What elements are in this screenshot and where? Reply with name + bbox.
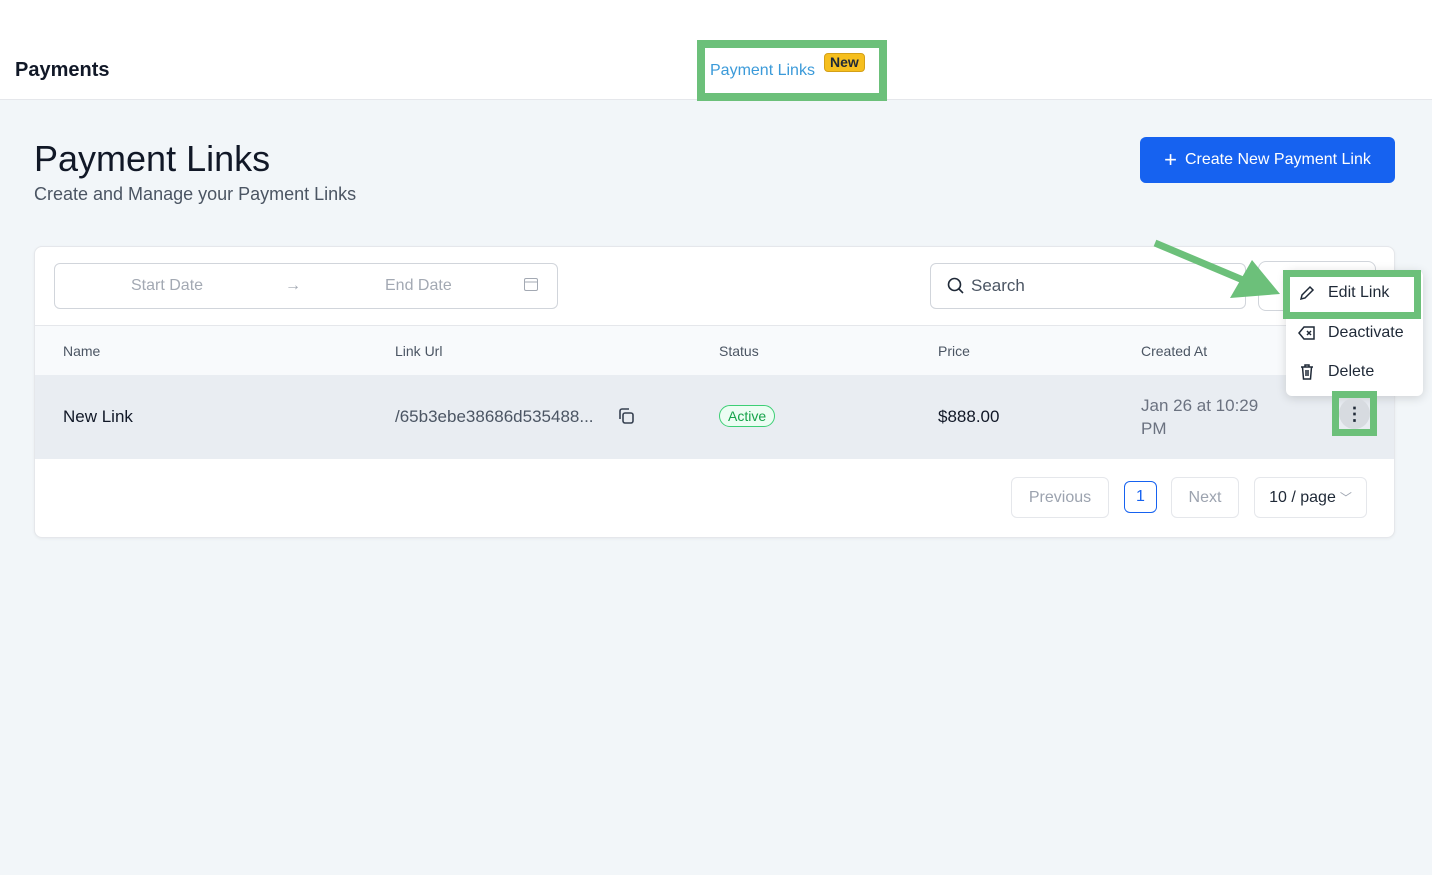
start-date-input[interactable]: Start Date xyxy=(131,277,203,295)
page-1-button[interactable]: 1 xyxy=(1124,481,1157,513)
menu-label: Delete xyxy=(1328,363,1375,380)
table-row: New Link /65b3ebe38686d535488... Active … xyxy=(35,375,1394,459)
link-name: New Link xyxy=(63,407,133,426)
menu-item-delete[interactable]: Delete xyxy=(1298,363,1374,381)
menu-label: Deactivate xyxy=(1328,324,1404,341)
created-at: Jan 26 at 10:29 xyxy=(1141,396,1259,415)
date-range-picker[interactable]: Start Date → End Date xyxy=(54,263,558,309)
backspace-x-icon xyxy=(1298,326,1315,340)
more-vertical-icon: ⋮ xyxy=(1345,403,1364,424)
menu-item-edit-link[interactable]: Edit Link xyxy=(1298,284,1389,302)
create-payment-link-button[interactable]: + Create New Payment Link xyxy=(1140,137,1395,183)
end-date-input[interactable]: End Date xyxy=(385,277,452,295)
menu-label: Edit Link xyxy=(1328,284,1390,301)
app-title: Payments xyxy=(15,59,110,81)
pencil-icon xyxy=(1299,285,1315,301)
search-icon xyxy=(947,277,964,294)
search-placeholder: Search xyxy=(971,276,1025,295)
plus-icon: + xyxy=(1164,147,1177,172)
menu-item-deactivate[interactable]: Deactivate xyxy=(1298,324,1404,342)
table-header: Name Link Url Status Price Created At xyxy=(35,325,1394,375)
col-link-url: Link Url xyxy=(395,343,443,359)
new-badge: New xyxy=(824,53,865,72)
page-size-select[interactable]: 10 / page ﹀ xyxy=(1254,477,1367,518)
tab-payment-links[interactable]: Payment Links xyxy=(710,62,815,80)
col-price: Price xyxy=(938,343,970,359)
page-subtitle: Create and Manage your Payment Links xyxy=(34,184,357,204)
previous-button[interactable]: Previous xyxy=(1011,477,1109,518)
page-size-value: 10 / page xyxy=(1269,488,1336,506)
next-button[interactable]: Next xyxy=(1171,477,1239,518)
col-name: Name xyxy=(63,343,101,359)
col-created-at: Created At xyxy=(1141,343,1208,359)
col-status: Status xyxy=(719,343,759,359)
price: $888.00 xyxy=(938,407,1000,426)
arrow-right-icon: → xyxy=(285,277,301,294)
more-actions-button[interactable]: ⋮ xyxy=(1339,398,1370,429)
created-at-time: PM xyxy=(1141,419,1167,438)
trash-icon xyxy=(1301,364,1313,380)
copy-icon[interactable] xyxy=(617,407,635,430)
calendar-icon xyxy=(523,276,539,297)
page-title: Payment Links xyxy=(34,138,271,179)
annotation-arrow xyxy=(1153,239,1280,298)
status-badge: Active xyxy=(719,405,776,427)
link-url[interactable]: /65b3ebe38686d535488... xyxy=(395,407,594,427)
create-button-label: Create New Payment Link xyxy=(1185,151,1371,168)
chevron-down-icon: ﹀ xyxy=(1339,491,1352,505)
